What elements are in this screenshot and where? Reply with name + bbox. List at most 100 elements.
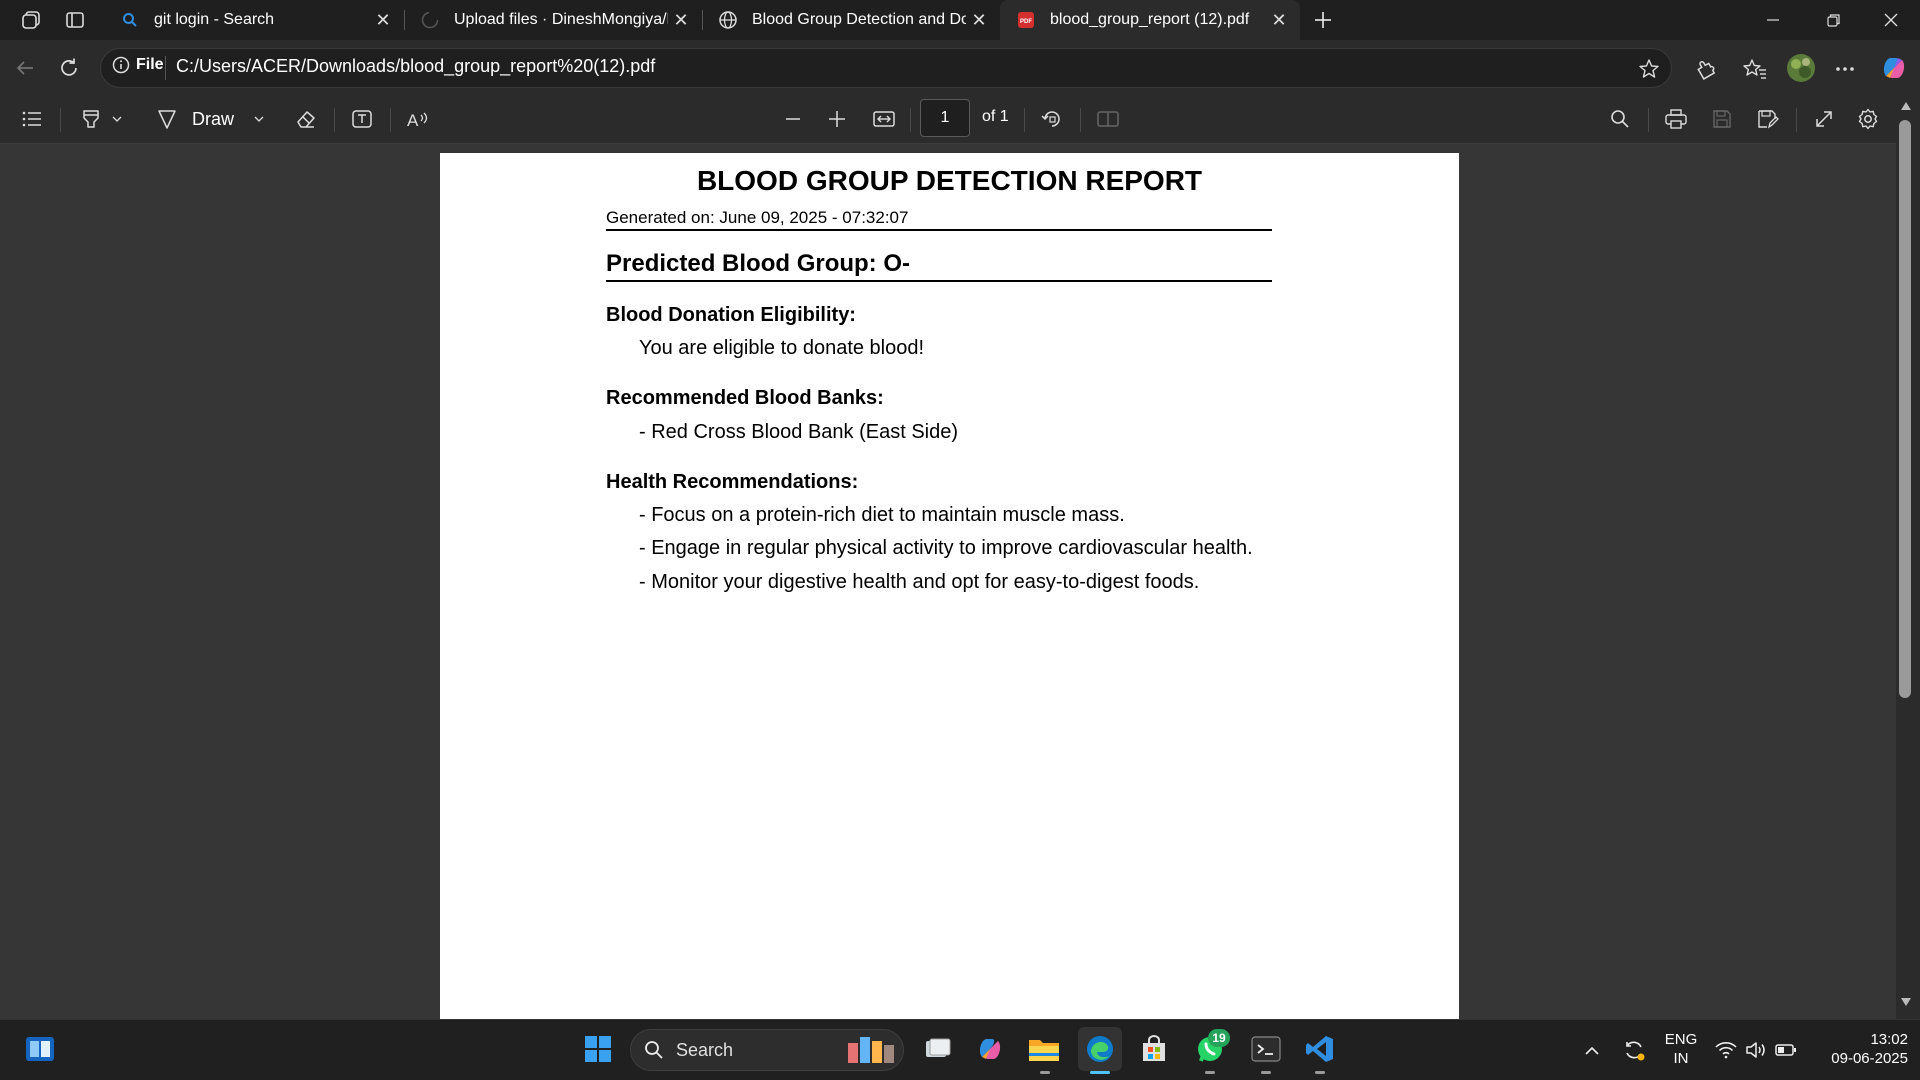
close-icon[interactable]: ✕ xyxy=(1266,7,1292,33)
draw-button[interactable]: Draw xyxy=(156,104,270,134)
page-number-input[interactable]: 1 xyxy=(920,99,970,137)
tab-git-login-search[interactable]: git login - Search ✕ xyxy=(104,0,404,40)
wifi-icon[interactable] xyxy=(1712,1036,1740,1064)
toolbar-divider xyxy=(910,108,911,132)
microsoft-store-icon[interactable] xyxy=(1132,1027,1176,1071)
copilot-taskbar-icon[interactable] xyxy=(968,1027,1012,1071)
toolbar-divider xyxy=(60,108,61,132)
tab-upload-files[interactable]: Upload files · DineshMongiya/Blo ✕ xyxy=(404,0,702,40)
fit-width-icon[interactable] xyxy=(868,104,900,134)
chevron-down-icon xyxy=(112,116,122,122)
tab-blood-group-detection[interactable]: Blood Group Detection and Dona ✕ xyxy=(702,0,1000,40)
health-heading: Health Recommendations: xyxy=(606,471,859,493)
add-text-icon[interactable] xyxy=(346,104,378,134)
more-options-icon[interactable] xyxy=(1828,52,1862,86)
fullscreen-icon[interactable] xyxy=(1808,104,1840,134)
highlighter-icon xyxy=(80,108,102,130)
vertical-tabs-icon[interactable] xyxy=(56,6,94,34)
search-highlight-icon xyxy=(846,1033,898,1067)
scroll-up-arrow[interactable] xyxy=(1900,101,1912,111)
zoom-in-button[interactable] xyxy=(822,104,852,134)
show-hidden-icons-chevron[interactable] xyxy=(1578,1036,1606,1064)
battery-icon[interactable] xyxy=(1772,1036,1800,1064)
volume-icon[interactable] xyxy=(1742,1036,1770,1064)
clock-time: 13:02 xyxy=(1870,1031,1908,1048)
minimize-button[interactable] xyxy=(1750,6,1796,34)
contents-icon[interactable] xyxy=(16,104,48,134)
health-item: - Monitor your digestive health and opt … xyxy=(639,571,1200,593)
clock[interactable]: 13:02 09-06-2025 xyxy=(1812,1030,1908,1068)
restore-button[interactable] xyxy=(1810,6,1856,34)
profile-avatar[interactable] xyxy=(1784,51,1818,85)
workspaces-icon[interactable] xyxy=(12,6,50,34)
clock-date: 09-06-2025 xyxy=(1831,1050,1908,1067)
extensions-icon[interactable] xyxy=(1688,52,1722,86)
language-code: ENG xyxy=(1664,1031,1698,1048)
new-tab-button[interactable] xyxy=(1308,6,1338,34)
address-url[interactable]: C:/Users/ACER/Downloads/blood_group_repo… xyxy=(176,56,655,77)
scroll-down-arrow[interactable] xyxy=(1900,997,1912,1007)
back-button[interactable] xyxy=(8,52,42,84)
close-icon[interactable]: ✕ xyxy=(370,7,396,33)
chevron-down-icon xyxy=(254,116,264,122)
pdf-page: BLOOD GROUP DETECTION REPORT Generated o… xyxy=(440,153,1459,1019)
start-button[interactable] xyxy=(576,1027,620,1071)
running-indicator xyxy=(1315,1071,1325,1074)
edge-icon[interactable] xyxy=(1078,1027,1122,1071)
refresh-button[interactable] xyxy=(52,52,86,84)
copilot-icon[interactable] xyxy=(1876,50,1912,86)
favorite-star-icon[interactable] xyxy=(1634,54,1664,84)
file-badge: File xyxy=(136,56,164,73)
info-icon xyxy=(112,56,130,74)
toolbar-divider xyxy=(1080,108,1081,132)
language-indicator[interactable]: ENG IN xyxy=(1660,1030,1702,1068)
site-info[interactable]: File xyxy=(112,56,164,74)
toolbar-divider xyxy=(334,108,335,132)
read-aloud-icon[interactable]: A xyxy=(402,104,434,134)
running-indicator xyxy=(1040,1071,1050,1074)
eligibility-text: You are eligible to donate blood! xyxy=(639,337,925,359)
predicted-blood-group: Predicted Blood Group: O- xyxy=(606,250,910,277)
toolbar-divider xyxy=(1648,108,1649,132)
svg-text:A: A xyxy=(407,111,419,129)
eligibility-heading: Blood Donation Eligibility: xyxy=(606,304,856,326)
eraser-icon[interactable] xyxy=(290,104,322,134)
health-item: - Focus on a protein-rich diet to mainta… xyxy=(639,504,1125,526)
svg-text:PDF: PDF xyxy=(1020,19,1032,25)
draw-icon xyxy=(156,108,178,130)
tab-label: Blood Group Detection and Dona xyxy=(752,11,966,28)
task-view-icon[interactable] xyxy=(916,1027,960,1071)
settings-gear-icon[interactable] xyxy=(1852,104,1884,134)
address-divider xyxy=(165,56,166,80)
close-icon[interactable]: ✕ xyxy=(668,7,694,33)
print-icon[interactable] xyxy=(1660,104,1692,134)
tab-blood-group-report-pdf[interactable]: PDF blood_group_report (12).pdf ✕ xyxy=(1000,0,1300,40)
sync-icon[interactable] xyxy=(1618,1034,1650,1066)
running-indicator xyxy=(1261,1071,1271,1074)
favorites-icon[interactable] xyxy=(1738,52,1772,86)
divider-line xyxy=(606,280,1272,282)
report-title: BLOOD GROUP DETECTION REPORT xyxy=(696,165,1203,196)
health-item: - Engage in regular physical activity to… xyxy=(639,537,1253,559)
running-indicator xyxy=(1205,1071,1215,1074)
close-icon[interactable]: ✕ xyxy=(966,7,992,33)
zoom-out-button[interactable] xyxy=(778,104,808,134)
save-as-icon[interactable] xyxy=(1752,104,1784,134)
highlight-button[interactable] xyxy=(72,104,130,134)
save-icon xyxy=(1706,104,1738,134)
search-icon xyxy=(644,1040,664,1060)
widgets-icon[interactable] xyxy=(18,1027,62,1071)
divider-line xyxy=(606,229,1272,231)
scrollbar-thumb[interactable] xyxy=(1899,120,1911,698)
terminal-icon[interactable] xyxy=(1244,1027,1288,1071)
active-indicator xyxy=(1090,1071,1110,1074)
rotate-icon[interactable] xyxy=(1036,104,1068,134)
vscode-icon[interactable] xyxy=(1298,1027,1342,1071)
close-window-button[interactable] xyxy=(1868,6,1914,34)
toolbar-divider xyxy=(1796,108,1797,132)
draw-label: Draw xyxy=(192,108,235,129)
github-icon xyxy=(420,10,440,30)
find-icon[interactable] xyxy=(1604,104,1636,134)
blood-banks-heading: Recommended Blood Banks: xyxy=(606,387,884,409)
file-explorer-icon[interactable] xyxy=(1022,1027,1066,1071)
